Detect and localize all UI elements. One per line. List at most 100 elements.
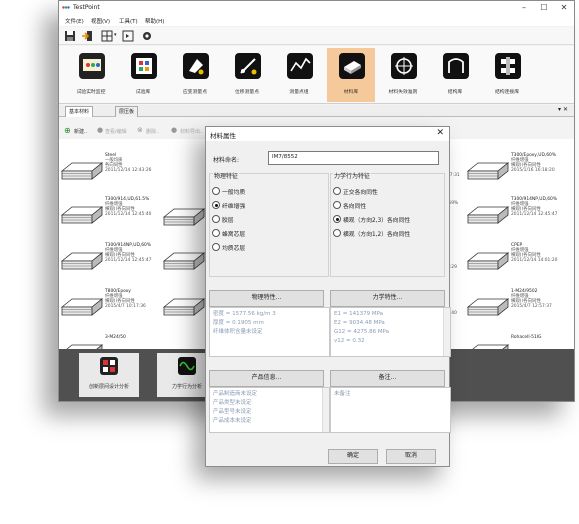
new-button[interactable]: 新建.. — [74, 128, 87, 135]
mechanical-properties-button[interactable]: 力学特性... — [330, 290, 445, 307]
material-slab-icon — [61, 162, 103, 180]
radio-general-homogeneous[interactable]: 一般均质 — [212, 187, 245, 196]
gear-icon[interactable] — [141, 30, 153, 42]
radio-isotropic[interactable]: 各向同性 — [333, 201, 366, 210]
radio-label: 均质芯层 — [222, 246, 246, 252]
ribbon-bar: 试验实时监控 试验库 应变测量点 位移测量点 测量点组 材料库 材料失效准则 结… — [59, 46, 574, 104]
add-icon[interactable]: ⊕ — [64, 126, 71, 135]
material-slab-icon — [61, 298, 103, 316]
ribbon-label: 结构连接库 — [495, 90, 519, 95]
design-analysis-icon — [100, 357, 118, 375]
tab-laminate[interactable]: 层压板 — [115, 106, 139, 117]
delete-button[interactable]: 删除.. — [146, 128, 159, 135]
menu-file[interactable]: 文件(E) — [65, 17, 84, 25]
export-material-button[interactable]: 材料导出.. — [180, 128, 203, 135]
ribbon-label: 结构库 — [447, 90, 463, 95]
maximize-button[interactable]: ☐ — [537, 3, 551, 13]
export-icon[interactable] — [122, 30, 134, 42]
physical-prop-density: 密度 = 1577.56 kg/m 3 — [213, 311, 276, 317]
cancel-button[interactable]: 取消 — [386, 449, 436, 464]
physical-prop-thickness: 厚度 = 0.1905 mm — [213, 320, 264, 326]
ribbon-label: 材料失效准则 — [388, 90, 418, 95]
material-item[interactable]: CPEP 纤维增强 横观()各向同性 2011/12/14 14:01:20 — [467, 241, 567, 279]
material-slab-icon — [163, 298, 205, 316]
material-item[interactable]: T300/914,UD,61.5% 纤维增强 横观()各向同性 2011/12/14 … — [61, 195, 161, 233]
edit-icon[interactable]: ● — [97, 126, 103, 134]
ribbon-strain-point[interactable]: 应变测量点 — [171, 48, 219, 102]
menu-help[interactable]: 帮助(H) — [145, 17, 164, 25]
material-item[interactable]: T300/914NP,UD,60% 纤维增强 横观()各向同性 2011/12/14 … — [467, 195, 567, 233]
view-edit-button[interactable]: 查看/编辑 — [105, 128, 127, 135]
menu-view[interactable]: 视图(V) — [91, 17, 110, 25]
material-item[interactable]: 1-M24/9502 纤维增强 横观()各向同性 2015/4/7 12:57:37 — [467, 287, 567, 325]
physical-properties-button[interactable]: 物理特性... — [209, 290, 324, 307]
material-slab-icon — [467, 252, 509, 270]
radio-label: 正交各向同性 — [343, 190, 378, 196]
close-window-button[interactable]: ✕ — [557, 3, 571, 13]
menu-tools[interactable]: 工具(T) — [119, 17, 138, 25]
scrollbar[interactable] — [443, 308, 450, 356]
material-name-input[interactable]: IM7/8552 — [268, 151, 439, 165]
radio-label: 横观（方向2,3）各向同性 — [343, 218, 411, 224]
dialog-close-button[interactable]: ✕ — [436, 128, 444, 138]
dialog-title-bar: 材料属性 ✕ — [206, 127, 449, 141]
radio-fiber-reinforced[interactable]: 纤维增强 — [212, 201, 245, 210]
save-icon[interactable] — [64, 30, 76, 42]
ribbon-point-group[interactable]: 测量点组 — [275, 48, 323, 102]
ribbon-displacement-point[interactable]: 位移测量点 — [223, 48, 271, 102]
product-info-button[interactable]: 产品信息... — [209, 370, 324, 387]
ribbon-structure-library[interactable]: 结构库 — [431, 48, 479, 102]
displacement-point-icon — [235, 53, 261, 79]
ok-button[interactable]: 确定 — [328, 449, 378, 464]
material-slab-icon — [467, 298, 509, 316]
minimize-button[interactable]: – — [517, 3, 531, 13]
tab-close-icon[interactable]: ▾ ✕ — [558, 106, 568, 113]
mechanical-prop-e2: E2 = 9034.48 MPa — [334, 320, 385, 326]
delete-icon[interactable]: ⊗ — [137, 126, 143, 134]
mechanical-properties-box: E1 = 141379 MPa E2 = 9034.48 MPa G12 = 4… — [330, 307, 451, 357]
radio-label: 一般均质 — [222, 190, 246, 196]
material-text: T300/914,UD,61.5% 纤维增强 横观()各向同性 2011/12/14 … — [105, 197, 151, 217]
tab-label: 层压板 — [119, 109, 135, 115]
tab-strip: 基本材料 层压板 ▾ ✕ — [59, 105, 574, 117]
failure-criterion-icon — [391, 53, 417, 79]
radio-honeycomb-core[interactable]: 蜂窝芯层 — [212, 229, 245, 238]
material-text: Rohacell-51IG — [511, 335, 541, 340]
export-material-icon[interactable]: ● — [171, 126, 177, 134]
radio-transverse-23[interactable]: 横观（方向2,3）各向同性 — [333, 215, 410, 224]
point-group-icon — [287, 53, 313, 79]
ribbon-label: 试验实时监控 — [76, 90, 106, 95]
ribbon-label: 位移测量点 — [235, 90, 259, 95]
material-item[interactable]: Steel 一般均质 各向同性 2011/12/14 12:43:26 — [61, 151, 161, 189]
material-detail: 2015/4/7 12:57:37 — [511, 304, 552, 309]
layout-icon[interactable] — [101, 30, 113, 42]
bottom-label: 创新层间设计分析 — [88, 384, 129, 390]
radio-orthotropic[interactable]: 正交各向同性 — [333, 187, 378, 196]
physical-group-label: 物理特征 — [213, 171, 240, 180]
import-icon[interactable] — [81, 30, 93, 42]
ribbon-connection-library[interactable]: 结构连接库 — [483, 48, 531, 102]
ribbon-test-library[interactable]: 试验库 — [119, 48, 167, 102]
material-icon — [339, 53, 365, 79]
chevron-down-icon[interactable]: ▾ — [114, 32, 117, 38]
material-item[interactable]: T800/Epoxy 纤维增强 横观()各向同性 2015/4/7 10:17:36 — [61, 287, 161, 325]
material-item[interactable]: T300/Epoxy,UD,60% 纤维增强 横观()各向同性 2015/1/16 1… — [467, 151, 567, 189]
material-slab-icon — [467, 162, 509, 180]
radio-circle — [212, 187, 220, 195]
ribbon-material-library[interactable]: 材料库 — [327, 48, 375, 102]
tab-basic-material[interactable]: 基本材料 — [65, 106, 94, 117]
design-analysis-button[interactable]: 创新层间设计分析 — [79, 353, 139, 397]
ribbon-test-monitor[interactable]: 试验实时监控 — [67, 48, 115, 102]
product-info-box: 产品制造商未设定 产品类型未设定 产品型号未设定 产品成本未设定 — [209, 387, 330, 433]
material-item[interactable]: T300/914NP,UD,60% 纤维增强 横观()各向同性 2011/12/14 … — [61, 241, 161, 279]
radio-transverse-12[interactable]: 横观（方向1,2）各向同性 — [333, 229, 410, 238]
radio-adhesive[interactable]: 胶层 — [212, 215, 234, 224]
scrollbar[interactable] — [322, 388, 329, 432]
ribbon-failure-criterion[interactable]: 材料失效准则 — [379, 48, 427, 102]
radio-homogeneous-core[interactable]: 均质芯层 — [212, 243, 245, 252]
material-detail: 2011/12/14 12:43:26 — [105, 168, 152, 173]
notes-button[interactable]: 备注... — [330, 370, 445, 387]
radio-circle — [212, 229, 220, 237]
material-text: T300/914NP,UD,60% 纤维增强 横观()各向同性 2011/12/14 … — [105, 243, 151, 263]
material-slab-icon — [467, 206, 509, 224]
